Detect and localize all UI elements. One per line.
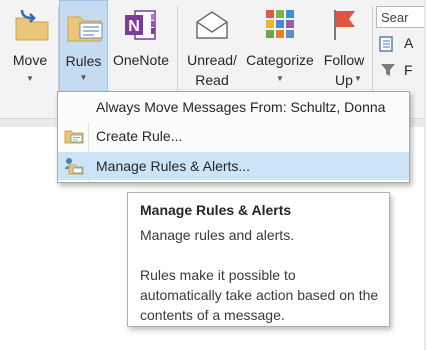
tooltip-body: Rules make it possible to automatically … [140, 267, 379, 323]
menu-item-label: Always Move Messages From: Schultz, Donn… [96, 99, 386, 115]
rules-button[interactable]: Rules ▼ [59, 0, 108, 92]
onenote-label: OneNote [112, 52, 170, 68]
rules-label: Rules [65, 53, 102, 69]
menu-item-always-move[interactable]: Always Move Messages From: Schultz, Donn… [58, 93, 409, 121]
follow-up-button[interactable]: Follow Up ▼ [318, 0, 370, 100]
menu-item-manage-rules[interactable]: Manage Rules & Alerts... [58, 152, 409, 180]
address-book-label: A [404, 35, 414, 51]
menu-item-label: Create Rule... [96, 128, 183, 144]
onenote-button[interactable]: N OneNote [110, 0, 172, 100]
unread-label-line2: Read [195, 72, 229, 88]
filter-label: F [404, 62, 413, 78]
chevron-down-icon: ▼ [276, 74, 284, 83]
filter-icon[interactable] [380, 62, 396, 78]
chevron-down-icon: ▼ [354, 74, 362, 83]
menu-item-create-rule[interactable]: Create Rule... [58, 122, 409, 150]
chevron-down-icon: ▼ [26, 74, 34, 83]
onenote-icon: N [125, 10, 156, 40]
tooltip-subtitle: Manage rules and alerts. [140, 227, 295, 243]
address-book-icon[interactable] [378, 36, 394, 52]
separator [372, 6, 373, 104]
svg-text:N: N [128, 18, 140, 35]
rules-dropdown-menu: Always Move Messages From: Schultz, Donn… [57, 91, 410, 183]
categorize-icon [266, 10, 294, 38]
chevron-down-icon: ▼ [79, 73, 88, 82]
tooltip-title: Manage Rules & Alerts [140, 202, 292, 218]
categorize-label: Categorize [246, 52, 314, 68]
follow-up-label-line1: Follow [323, 52, 365, 68]
menu-item-label: Manage Rules & Alerts... [96, 158, 251, 174]
flag-icon [334, 10, 355, 40]
unread-read-button[interactable]: Unread/ Read [182, 0, 242, 100]
create-rule-icon [64, 130, 84, 144]
separator [177, 6, 178, 104]
categorize-button[interactable]: Categorize ▼ [243, 0, 317, 100]
rules-icon [67, 16, 103, 42]
manage-rules-tooltip: Manage Rules & Alerts Manage rules and a… [127, 192, 390, 327]
move-folder-icon [15, 9, 49, 41]
unread-label-line1: Unread/ [187, 52, 237, 68]
move-button[interactable]: Move ▼ [4, 0, 56, 100]
manage-rules-icon [65, 158, 84, 175]
search-people-input[interactable]: Sear [376, 6, 426, 28]
move-label: Move [12, 52, 48, 68]
envelope-icon [196, 11, 228, 39]
